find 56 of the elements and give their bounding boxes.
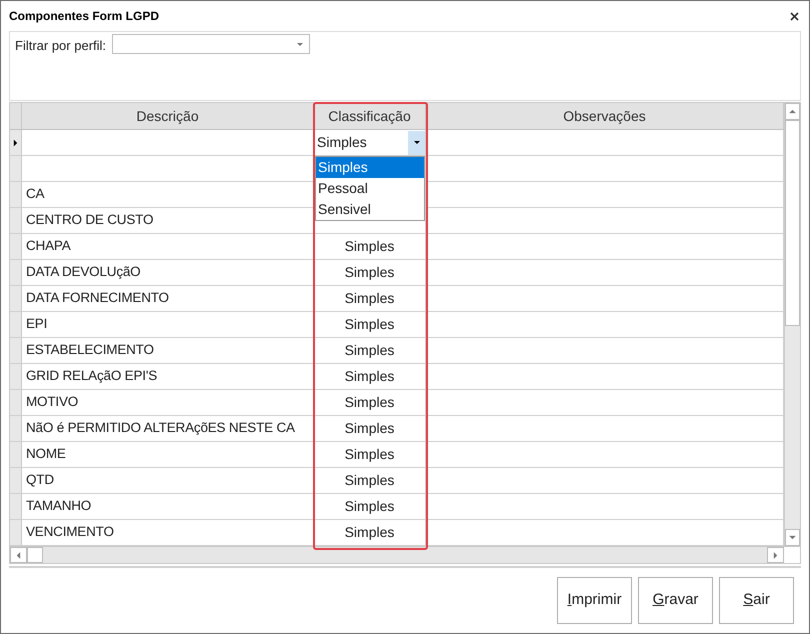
dropdown-arrow-icon	[297, 42, 304, 46]
table-cell-text: Simples	[344, 315, 394, 334]
table-cell-text: Simples	[344, 289, 394, 308]
scroll-up-button[interactable]	[785, 103, 800, 120]
table-cell-text: Simples	[344, 419, 394, 438]
vertical-scrollbar[interactable]	[784, 103, 800, 546]
table-cell-text: TAMANHO	[26, 497, 92, 516]
table-cell-text: GRID RELAçãO EPI'S	[26, 367, 158, 386]
table-cell-text: Simples	[344, 523, 394, 542]
dropdown-option[interactable]: Simples	[316, 157, 424, 178]
combobox-arrow-button[interactable]	[408, 130, 425, 154]
scroll-thumb[interactable]	[27, 547, 43, 563]
scroll-left-icon	[16, 552, 21, 558]
table-cell-text: CHAPA	[26, 237, 71, 256]
scroll-thumb[interactable]	[785, 120, 800, 326]
filter-label: Filtrar por perfil:	[15, 37, 106, 55]
dropdown-arrow-icon	[414, 140, 420, 145]
table-cell-text: ESTABELECIMENTO	[26, 341, 154, 360]
table-cell-text: Simples	[344, 471, 394, 490]
table-cell-text: CENTRO DE CUSTO	[26, 211, 154, 230]
profile-dropdown[interactable]	[112, 34, 310, 54]
column-header[interactable]: Classificação	[314, 103, 426, 129]
column-header[interactable]: Descrição	[22, 103, 314, 129]
dropdown-option[interactable]: Pessoal	[316, 178, 424, 199]
dropdown-option[interactable]: Sensivel	[316, 199, 424, 220]
scroll-right-icon	[773, 552, 778, 558]
scroll-down-button[interactable]	[785, 529, 800, 546]
table-cell-text: QTD	[26, 471, 54, 490]
scroll-left-button[interactable]	[10, 547, 27, 563]
table-cell-text: EPI	[26, 315, 48, 334]
scroll-right-button[interactable]	[767, 547, 784, 563]
table-cell-text: Simples	[344, 497, 394, 516]
table-cell-text: Simples	[344, 367, 394, 386]
table-cell-text: DATA FORNECIMENTO	[26, 289, 169, 308]
table-cell-text: Simples	[344, 263, 394, 282]
table-cell-text: DATA DEVOLUçãO	[26, 263, 140, 282]
current-row-icon	[13, 138, 18, 146]
table-cell-text: CA	[26, 185, 44, 204]
scroll-down-icon	[789, 535, 796, 540]
row-header[interactable]	[10, 130, 22, 155]
table-cell-text: Simples	[344, 393, 394, 412]
table-cell-text: NãO é PERMITIDO ALTERAçõES NESTE CA	[26, 419, 295, 438]
table-cell-text: Simples	[344, 341, 394, 360]
scroll-up-icon	[789, 109, 796, 114]
table-cell-text: VENCIMENTO	[26, 523, 114, 542]
window-title: Componentes Form LGPD	[9, 8, 160, 25]
table-cell-text: MOTIVO	[26, 393, 78, 412]
table-cell-text: NOME	[26, 445, 66, 464]
dialog-button[interactable]: Imprimir	[557, 577, 632, 624]
table-cell-text: Simples	[344, 237, 394, 256]
dialog-button[interactable]: Sair	[719, 577, 794, 624]
table-cell-text: Simples	[344, 445, 394, 464]
dialog-button[interactable]: Gravar	[638, 577, 713, 624]
horizontal-scrollbar[interactable]	[10, 547, 784, 563]
close-icon[interactable]	[790, 12, 799, 20]
classification-combobox[interactable]: Simples	[314, 130, 425, 155]
